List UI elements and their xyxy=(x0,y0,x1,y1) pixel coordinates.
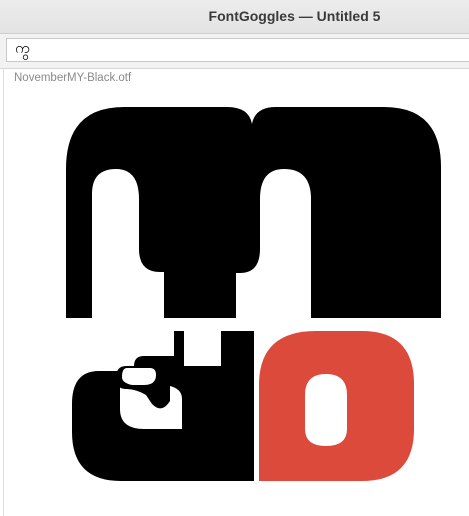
wa-medial-glyph xyxy=(72,331,254,481)
glyph-preview-area: NovemberMY-Black.otf xyxy=(3,69,469,516)
window-title: FontGoggles — Untitled 5 xyxy=(208,8,381,24)
font-preview-window: FontGoggles — Untitled 5 NovemberMY-Blac… xyxy=(0,0,469,516)
highlighted-glyph xyxy=(259,331,414,481)
preview-text-input[interactable] xyxy=(6,38,469,62)
title-bar: FontGoggles — Untitled 5 xyxy=(0,0,469,34)
text-entry-toolbar xyxy=(0,34,469,69)
ka-glyph xyxy=(66,107,441,318)
glyph-rendering xyxy=(66,107,441,481)
